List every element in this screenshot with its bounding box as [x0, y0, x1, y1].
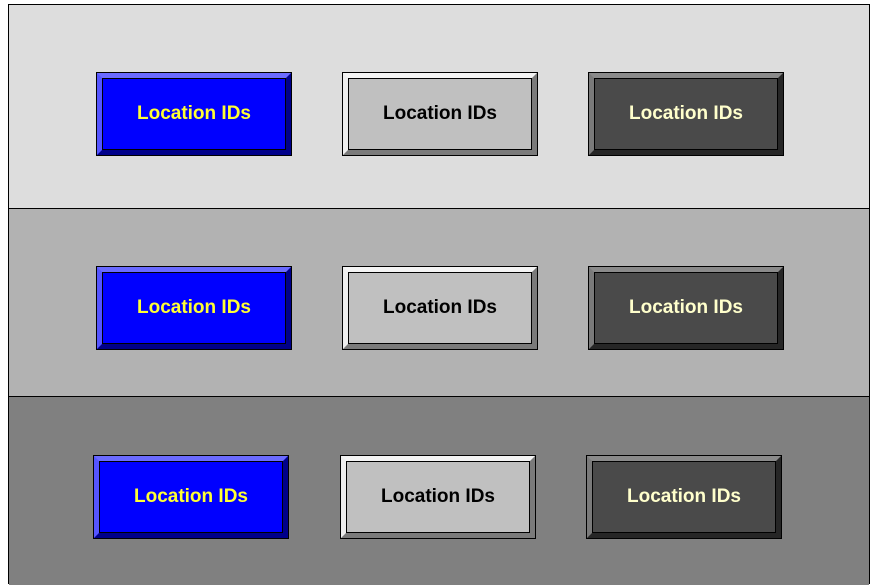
button-label: Location IDs	[348, 272, 532, 344]
button-label: Location IDs	[348, 78, 532, 150]
button-label: Location IDs	[346, 461, 530, 533]
location-ids-button-light[interactable]: Location IDs	[340, 455, 536, 539]
location-ids-button-light[interactable]: Location IDs	[342, 72, 538, 156]
band-light: Location IDs Location IDs Location IDs	[9, 5, 869, 209]
button-label: Location IDs	[592, 461, 776, 533]
button-label: Location IDs	[594, 78, 778, 150]
location-ids-button-blue[interactable]: Location IDs	[96, 72, 292, 156]
location-ids-button-dark[interactable]: Location IDs	[588, 266, 784, 350]
location-ids-button-dark[interactable]: Location IDs	[588, 72, 784, 156]
location-ids-button-blue[interactable]: Location IDs	[93, 455, 289, 539]
button-label: Location IDs	[594, 272, 778, 344]
location-ids-button-light[interactable]: Location IDs	[342, 266, 538, 350]
button-label: Location IDs	[102, 78, 286, 150]
location-ids-button-dark[interactable]: Location IDs	[586, 455, 782, 539]
location-ids-button-blue[interactable]: Location IDs	[96, 266, 292, 350]
button-label: Location IDs	[102, 272, 286, 344]
button-showcase-frame: Location IDs Location IDs Location IDs L…	[8, 4, 870, 585]
button-label: Location IDs	[99, 461, 283, 533]
